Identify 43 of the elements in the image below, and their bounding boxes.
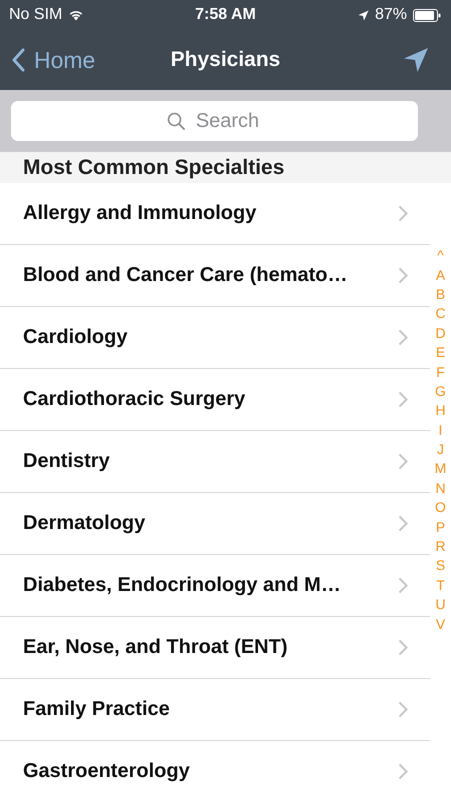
- search-field[interactable]: Search: [11, 101, 418, 141]
- index-letter[interactable]: D: [430, 324, 451, 343]
- index-letter[interactable]: H: [430, 401, 451, 421]
- chevron-right-icon: [398, 763, 408, 780]
- wifi-icon: [68, 9, 84, 21]
- index-letter[interactable]: I: [430, 420, 451, 440]
- battery-percent: 87%: [374, 6, 407, 24]
- section-header: Most Common Specialties: [0, 152, 451, 183]
- carrier: No SIM: [9, 6, 62, 24]
- chevron-right-icon: [398, 515, 408, 532]
- index-letter[interactable]: ^: [430, 246, 451, 266]
- index-letter[interactable]: A: [430, 265, 451, 285]
- index-letter[interactable]: S: [430, 556, 451, 576]
- screen-title: Physicians: [170, 48, 280, 72]
- chevron-right-icon: [398, 391, 408, 408]
- chevron-right-icon: [398, 577, 408, 594]
- index-letter[interactable]: T: [430, 576, 451, 596]
- chevron-right-icon: [398, 205, 408, 222]
- index-letter[interactable]: N: [430, 478, 451, 498]
- location-arrow-icon: [358, 10, 369, 20]
- back-chevron-icon: [11, 48, 25, 72]
- index-letter[interactable]: B: [430, 284, 451, 304]
- index-letter[interactable]: C: [430, 304, 451, 324]
- clock: 7:58 AM: [195, 6, 256, 24]
- index-letter[interactable]: O: [430, 498, 451, 518]
- index-letter[interactable]: P: [430, 517, 451, 537]
- chevron-right-icon: [398, 453, 408, 470]
- index-letter[interactable]: J: [430, 440, 451, 460]
- index-letter[interactable]: R: [430, 536, 451, 556]
- index-letter[interactable]: M: [430, 459, 451, 479]
- chevron-right-icon: [398, 701, 408, 718]
- chevron-right-icon: [398, 329, 408, 346]
- index-letter[interactable]: V: [430, 614, 451, 634]
- index-letter[interactable]: U: [430, 595, 451, 614]
- index-letter[interactable]: E: [430, 342, 451, 362]
- chevron-right-icon: [398, 267, 408, 284]
- chevron-right-icon: [398, 639, 408, 656]
- location-arrow-icon[interactable]: [403, 47, 429, 73]
- index-letter[interactable]: G: [430, 382, 451, 402]
- battery-icon: [413, 8, 441, 22]
- index-letter[interactable]: F: [430, 362, 451, 382]
- back-button[interactable]: Home: [11, 46, 96, 74]
- search-icon: [167, 112, 185, 130]
